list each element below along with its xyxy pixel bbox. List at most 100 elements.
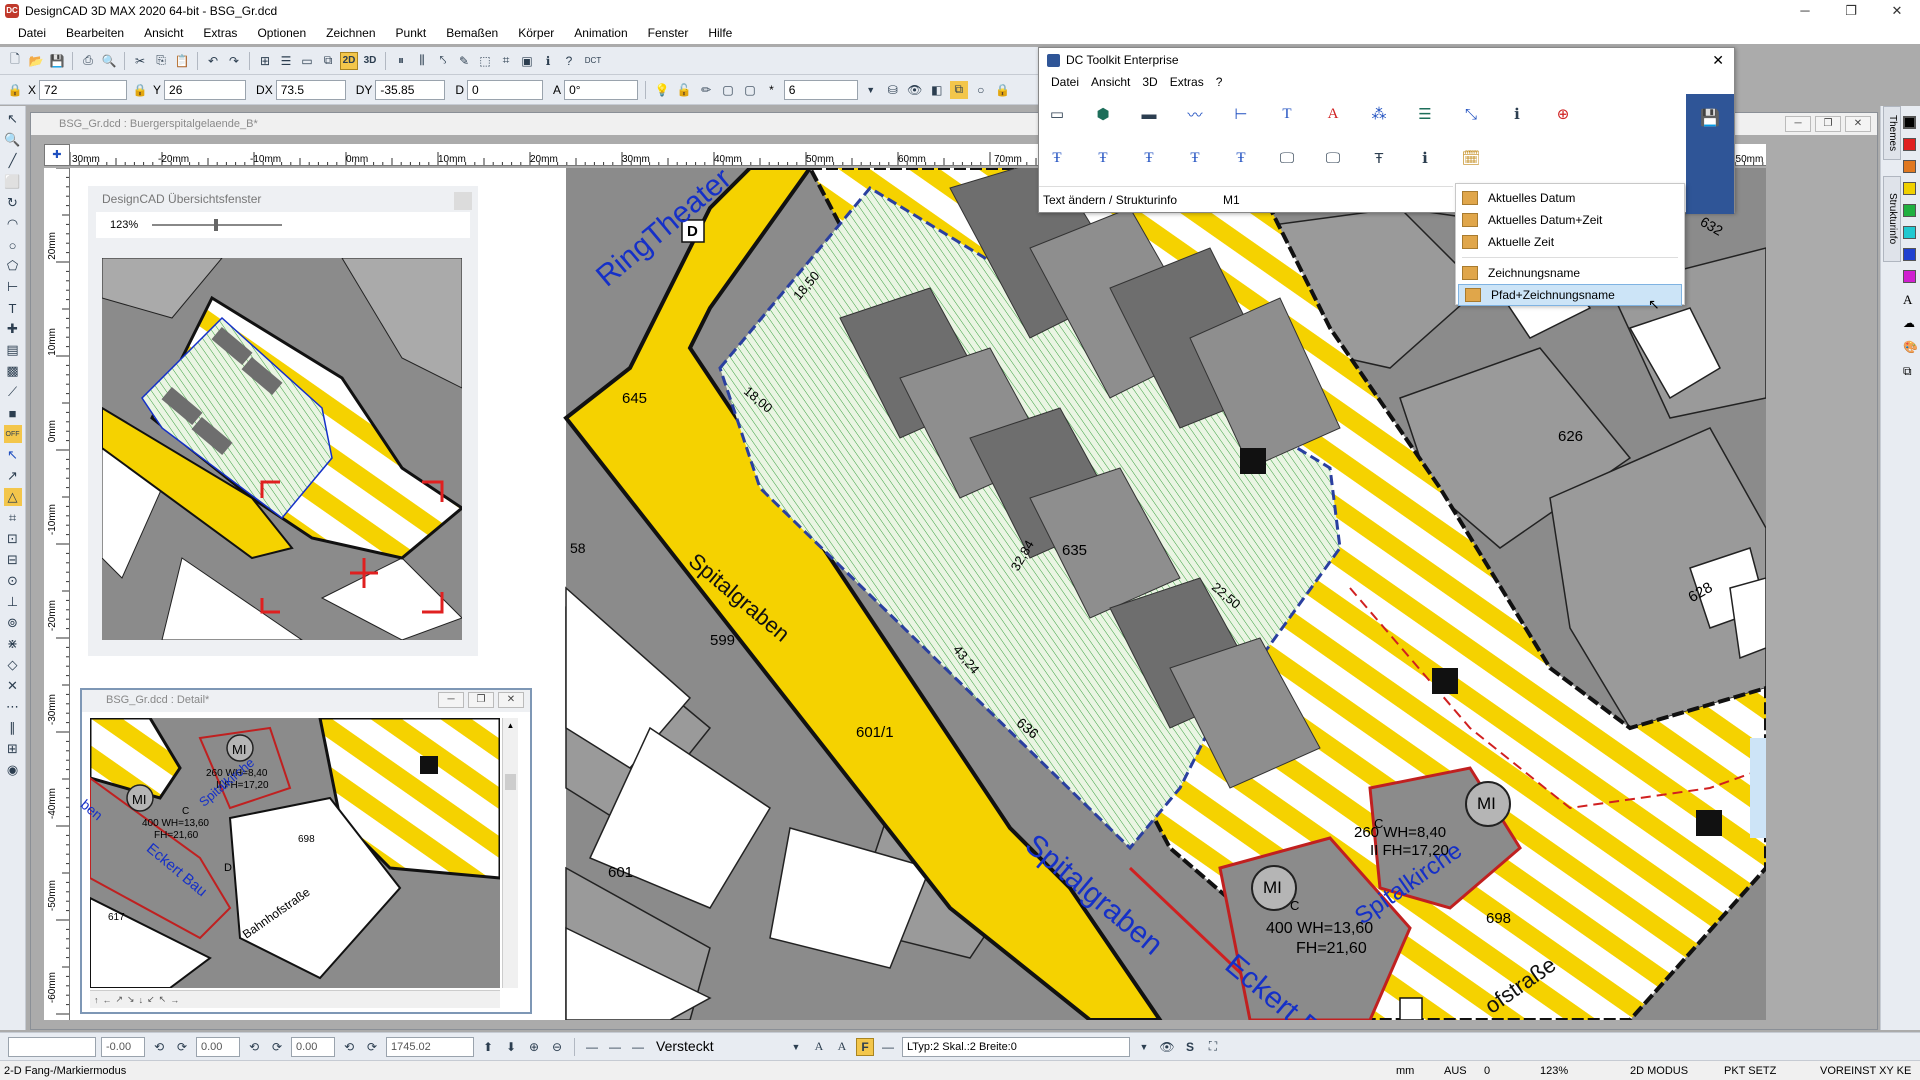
camera-icon[interactable]: ⛶ xyxy=(1204,1038,1222,1056)
view-select[interactable] xyxy=(8,1036,96,1057)
detail-nav-icon[interactable]: ↖ xyxy=(159,994,167,1005)
style-icon[interactable]: ☁ xyxy=(1903,316,1915,330)
detail-vertical-scrollbar[interactable]: ▲ xyxy=(502,718,518,988)
layers-panel-icon[interactable]: ⧉ xyxy=(1903,364,1912,379)
cube-icon[interactable]: ⬜ xyxy=(4,173,22,191)
grid-icon[interactable]: ⊞ xyxy=(256,52,274,70)
lock-icon[interactable]: 🔒 xyxy=(6,81,24,99)
off-icon[interactable]: OFF xyxy=(3,425,22,443)
text-icon[interactable]: T xyxy=(4,299,22,317)
detail-nav-icon[interactable]: → xyxy=(170,995,179,1005)
snap-pointer-icon[interactable]: ↖ xyxy=(4,446,22,464)
line-icon[interactable]: ╱ xyxy=(4,152,22,170)
menu-animation[interactable]: Animation xyxy=(564,26,637,40)
dy-input[interactable]: -35.85 xyxy=(375,79,446,100)
triangle-icon[interactable]: △ xyxy=(3,488,22,506)
color-box-icon[interactable]: ▢ xyxy=(741,81,759,99)
menu-item-zeichnungsname[interactable]: Zeichnungsname xyxy=(1456,262,1684,284)
cascade-icon[interactable]: ⧉ xyxy=(319,52,337,70)
print-preview-icon[interactable]: 🔍 xyxy=(100,52,118,70)
line-style-icon[interactable]: — xyxy=(583,1038,601,1056)
a-input[interactable]: 0° xyxy=(564,79,639,100)
dct-button[interactable]: DCT xyxy=(581,52,605,70)
color-swatch-red[interactable] xyxy=(1903,138,1916,151)
thick-line-icon[interactable]: ▬ xyxy=(1139,104,1159,124)
tab-themes[interactable]: Themes xyxy=(1883,106,1901,160)
window-icon[interactable]: ▭ xyxy=(298,52,316,70)
trim-icon[interactable]: ⟋ xyxy=(4,383,22,401)
open-icon[interactable]: 📂 xyxy=(27,52,45,70)
font-icon[interactable]: A xyxy=(810,1038,828,1056)
polygon-icon[interactable]: ⬠ xyxy=(4,257,22,275)
toolkit-menu-help[interactable]: ? xyxy=(1210,75,1229,89)
scroll-thumb[interactable] xyxy=(505,774,516,790)
date-stamp-icon[interactable]: 🗓 xyxy=(1461,148,1481,168)
toolkit-menu-extras[interactable]: Extras xyxy=(1164,75,1210,89)
d-input[interactable]: 0 xyxy=(467,79,544,100)
color-swatch-cyan[interactable] xyxy=(1903,226,1916,239)
overview-map[interactable] xyxy=(102,258,462,640)
copy-layer-icon[interactable]: ⧉ xyxy=(949,80,968,99)
detail-nav-icon[interactable]: ↙ xyxy=(147,994,155,1005)
dimension-tool-icon[interactable]: ⊢ xyxy=(1231,104,1251,124)
menu-item-aktuelle-zeit[interactable]: Aktuelle Zeit xyxy=(1456,231,1684,253)
frame-tool-icon[interactable]: ▭ xyxy=(1047,104,1067,124)
help-icon[interactable]: ? xyxy=(560,52,578,70)
layer-select[interactable]: 6 xyxy=(783,79,858,100)
info-icon[interactable]: ℹ xyxy=(539,52,557,70)
view-nav-icon[interactable]: ⬇ xyxy=(502,1038,520,1056)
frame-icon[interactable]: ▣ xyxy=(518,52,536,70)
pencil-icon[interactable]: ✏ xyxy=(697,81,715,99)
overview-close-button[interactable] xyxy=(454,192,472,210)
text-tool-icon[interactable]: T xyxy=(1277,104,1297,124)
snap-ext-icon[interactable]: ⋯ xyxy=(4,698,22,716)
toolkit-close-button[interactable]: ✕ xyxy=(1712,52,1724,69)
line-type-select[interactable]: LTyp:2 Skal.:2 Breite:0 xyxy=(902,1036,1130,1057)
y-input[interactable]: 26 xyxy=(164,79,247,100)
monitor-icon[interactable]: 🖵 xyxy=(1277,148,1297,168)
target-icon[interactable]: ⊕ xyxy=(1553,104,1573,124)
info-icon[interactable]: ℹ xyxy=(1415,148,1435,168)
color-swatch-black[interactable] xyxy=(1903,116,1916,129)
ruler-corner[interactable]: ✚ xyxy=(44,144,70,166)
coord-field-3[interactable]: 0.00 xyxy=(291,1036,335,1057)
text-style-icon[interactable]: Ŧ xyxy=(1047,148,1067,168)
copy-icon[interactable]: ⎘ xyxy=(152,52,170,70)
detail-minimize-button[interactable]: ─ xyxy=(438,692,464,708)
point-icon[interactable]: ⌗ xyxy=(497,52,515,70)
select-icon[interactable]: ⬚ xyxy=(476,52,494,70)
color-box-icon[interactable]: ▢ xyxy=(719,81,737,99)
chevron-down-icon[interactable]: ▼ xyxy=(787,1038,805,1056)
snap-tangent-icon[interactable]: ⊚ xyxy=(4,614,22,632)
lightbulb-icon[interactable]: 💡 xyxy=(653,81,671,99)
snap-on-icon[interactable]: ◉ xyxy=(4,761,22,779)
lock-icon[interactable]: 🔒 xyxy=(131,81,149,99)
color-swatch-orange[interactable] xyxy=(1903,160,1916,173)
pointer-icon[interactable]: ↖ xyxy=(4,110,22,128)
layers-icon[interactable]: ☰ xyxy=(277,52,295,70)
chevron-down-icon[interactable]: ▼ xyxy=(1135,1038,1153,1056)
redo-icon[interactable]: ↷ xyxy=(225,52,243,70)
snap-mid-icon[interactable]: ⊟ xyxy=(4,551,22,569)
text-edit-icon[interactable]: Ŧ xyxy=(1369,148,1389,168)
view-nav-icon[interactable]: ⊕ xyxy=(525,1038,543,1056)
menu-ansicht[interactable]: Ansicht xyxy=(134,26,193,40)
solid-icon[interactable]: ■ xyxy=(4,404,22,422)
color-swatch-magenta[interactable] xyxy=(1903,270,1916,283)
palette-icon[interactable]: 🎨 xyxy=(1903,340,1918,354)
bulb-off-icon[interactable]: ○ xyxy=(972,81,990,99)
toolkit-menu-datei[interactable]: Datei xyxy=(1045,75,1085,89)
text-right-icon[interactable]: Ŧ xyxy=(1185,148,1205,168)
scroll-up-icon[interactable]: ▲ xyxy=(503,718,518,734)
detail-nav-icon[interactable]: ↑ xyxy=(94,995,99,1005)
paste-icon[interactable]: 📋 xyxy=(173,52,191,70)
view-rotate-icon[interactable]: ⟲ xyxy=(150,1038,168,1056)
snap-center-icon[interactable]: ⊙ xyxy=(4,572,22,590)
x-input[interactable]: 72 xyxy=(39,79,128,100)
toolkit-menu-ansicht[interactable]: Ansicht xyxy=(1085,75,1136,89)
detail-nav-icon[interactable]: ↓ xyxy=(139,995,144,1005)
snap-grid-icon[interactable]: ⌗ xyxy=(4,509,22,527)
circle-icon[interactable]: ○ xyxy=(4,236,22,254)
menu-zeichnen[interactable]: Zeichnen xyxy=(316,26,385,40)
pause-icon[interactable]: ⏸ xyxy=(392,52,410,70)
